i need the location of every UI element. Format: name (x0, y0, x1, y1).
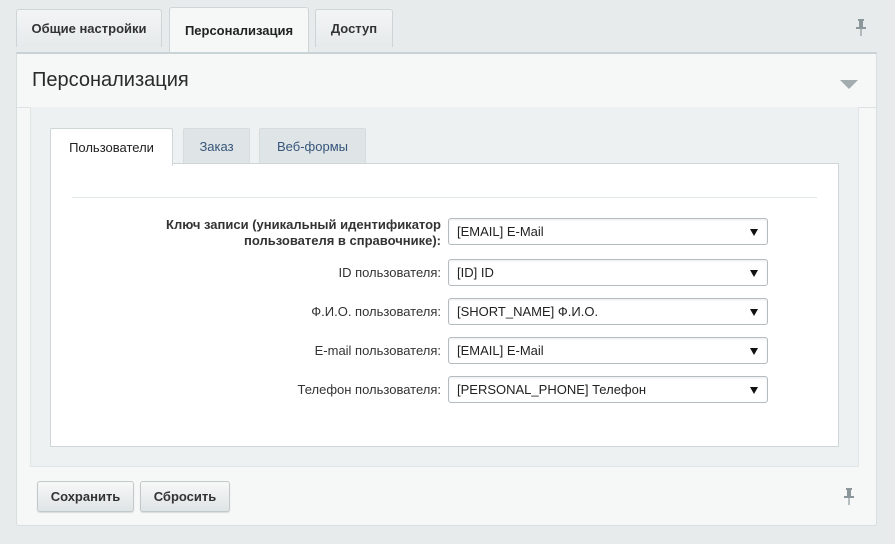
subtab-order[interactable]: Заказ (183, 128, 250, 164)
subtab-web-forms[interactable]: Веб-формы (259, 128, 366, 164)
key-label-line2: пользователя в справочнике): (244, 233, 441, 248)
fullname-select-value: [SHORT_NAME] Ф.И.О. (457, 304, 599, 319)
subtab-order-label: Заказ (199, 139, 234, 154)
content-divider (72, 197, 817, 198)
tab-personalization-label: Персонализация (184, 22, 294, 38)
tab-access-label: Доступ (330, 21, 378, 36)
reset-button[interactable]: Сбросить (140, 481, 230, 512)
select-arrow-icon (750, 270, 758, 277)
phone-label: Телефон пользователя: (297, 382, 441, 397)
subtab-users[interactable]: Пользователи (50, 128, 173, 166)
reset-button-label: Сбросить (153, 489, 217, 504)
pin-icon[interactable] (853, 19, 869, 39)
personalization-panel: Персонализация Пользователи Заказ Веб-фо… (16, 52, 877, 526)
id-select-value: [ID] ID (457, 265, 494, 280)
select-arrow-icon (750, 348, 758, 355)
email-select-value: [EMAIL] E-Mail (457, 343, 544, 358)
phone-select-value: [PERSONAL_PHONE] Телефон (457, 382, 647, 397)
fullname-label: Ф.И.О. пользователя: (311, 304, 441, 319)
save-button-label: Сохранить (50, 489, 121, 504)
select-arrow-icon (750, 309, 758, 316)
tab-access[interactable]: Доступ (315, 9, 393, 47)
tab-personalization[interactable]: Персонализация (169, 7, 309, 52)
collapse-triangle-icon[interactable] (840, 78, 858, 89)
save-button[interactable]: Сохранить (37, 481, 134, 512)
key-label-line1: Ключ записи (уникальный идентификатор (166, 217, 441, 232)
panel-title: Персонализация (32, 69, 189, 91)
id-label: ID пользователя: (338, 265, 441, 280)
email-select[interactable]: [EMAIL] E-Mail (448, 337, 768, 364)
fullname-select[interactable]: [SHORT_NAME] Ф.И.О. (448, 298, 768, 325)
key-select[interactable]: [EMAIL] E-Mail (448, 218, 768, 245)
subtab-users-label: Пользователи (69, 140, 154, 155)
tab-general-settings-label: Общие настройки (31, 21, 147, 36)
phone-select[interactable]: [PERSONAL_PHONE] Телефон (448, 376, 768, 403)
email-label: E-mail пользователя: (314, 343, 441, 358)
key-label: Ключ записи (уникальный идентификатор по… (166, 217, 441, 249)
select-arrow-icon (750, 387, 758, 394)
tab-general-settings[interactable]: Общие настройки (16, 9, 162, 47)
select-arrow-icon (750, 229, 758, 236)
id-select[interactable]: [ID] ID (448, 259, 768, 286)
pin-icon[interactable] (841, 488, 857, 508)
users-settings-box: Ключ записи (уникальный идентификатор по… (50, 163, 839, 447)
subtab-web-forms-label: Веб-формы (277, 139, 348, 154)
key-select-value: [EMAIL] E-Mail (457, 224, 544, 239)
